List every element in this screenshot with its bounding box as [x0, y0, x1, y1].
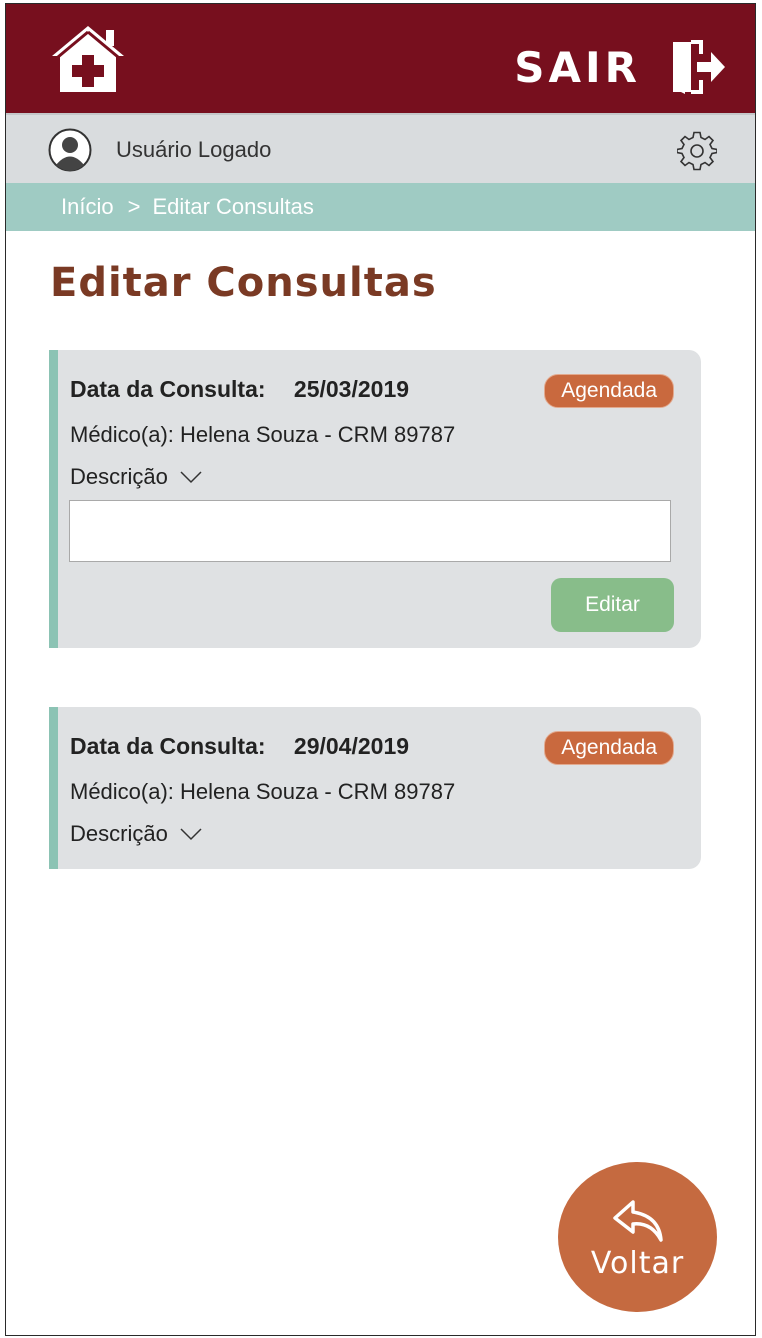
doctor-info: Médico(a): Helena Souza - CRM 89787	[70, 422, 456, 447]
appointment-date: 29/04/2019	[293, 733, 410, 759]
edit-button[interactable]: Editar	[551, 578, 674, 632]
breadcrumb-current: Editar Consultas	[152, 194, 314, 219]
logout-label: SAIR	[514, 42, 641, 92]
description-toggle[interactable]: Descrição	[70, 821, 202, 847]
appointment-date-row: Data da Consulta: 29/04/2019	[70, 733, 409, 760]
appointment-date: 25/03/2019	[293, 376, 410, 402]
description-input[interactable]	[69, 500, 671, 562]
back-fab-button[interactable]: Voltar	[558, 1162, 717, 1312]
description-label: Descrição	[70, 464, 168, 489]
status-badge: Agendada	[544, 731, 674, 765]
breadcrumb-home-link[interactable]: Início	[61, 194, 114, 220]
app-frame: SAIR Usuário Logado Início > Editar Cons…	[5, 3, 756, 1336]
home-medical-icon[interactable]	[48, 22, 128, 94]
user-bar: Usuário Logado	[6, 113, 755, 185]
description-label: Descrição	[70, 821, 168, 846]
appointment-card: Data da Consulta: 25/03/2019 Agendada Mé…	[49, 350, 701, 648]
top-app-bar: SAIR	[6, 4, 755, 113]
date-label: Data da Consulta:	[70, 733, 266, 759]
gear-icon[interactable]	[677, 131, 717, 171]
chevron-down-icon	[180, 828, 202, 841]
description-toggle[interactable]: Descrição	[70, 464, 202, 490]
page-title: Editar Consultas	[50, 260, 437, 306]
user-avatar-icon	[48, 128, 92, 172]
chevron-down-icon	[180, 471, 202, 484]
date-label: Data da Consulta:	[70, 376, 266, 402]
breadcrumb: Início > Editar Consultas	[6, 183, 755, 231]
logout-button[interactable]: SAIR	[514, 40, 727, 94]
breadcrumb-separator: >	[127, 194, 141, 219]
status-badge: Agendada	[544, 374, 674, 408]
exit-door-icon	[673, 40, 725, 94]
doctor-info: Médico(a): Helena Souza - CRM 89787	[70, 779, 456, 804]
appointment-date-row: Data da Consulta: 25/03/2019	[70, 376, 409, 403]
appointment-card: Data da Consulta: 29/04/2019 Agendada Mé…	[49, 707, 701, 869]
back-label: Voltar	[590, 1245, 685, 1281]
reply-arrow-icon	[612, 1199, 663, 1242]
logged-user-name: Usuário Logado	[116, 137, 272, 162]
